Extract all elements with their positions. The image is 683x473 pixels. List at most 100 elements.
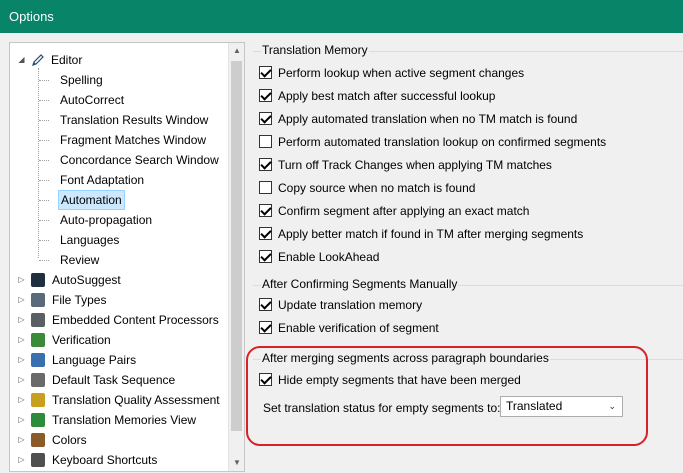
checkbox[interactable] [259,66,272,79]
tree-item-label: Auto-propagation [60,213,153,227]
expand-icon[interactable]: ▷ [17,455,26,464]
checkbox[interactable] [259,112,272,125]
tree-branch-line [39,260,49,261]
option-row[interactable]: Enable LookAhead [259,248,379,266]
checkbox[interactable] [259,298,272,311]
tree-item-automation[interactable]: Automation [10,190,236,210]
option-label: Apply automated translation when no TM m… [278,112,578,126]
tree-branch-line [39,140,49,141]
tree-item-label: Translation Results Window [60,113,209,127]
expand-icon[interactable]: ▷ [17,315,26,324]
language-pairs-icon [31,353,45,367]
option-label: Update translation memory [278,298,423,312]
tree-item-translation-results-window[interactable]: Translation Results Window [10,110,236,130]
tree-item-translation-quality-assessment[interactable]: ▷ Translation Quality Assessment [10,390,236,410]
expand-icon[interactable]: ▷ [17,275,26,284]
tree-item-label: Spelling [60,73,103,87]
window-title-bar: Options [0,0,683,33]
tree-item-autocorrect[interactable]: AutoCorrect [10,90,236,110]
option-label: Perform lookup when active segment chang… [278,66,525,80]
tree-item-autosuggest[interactable]: ▷ AutoSuggest [10,270,236,290]
tree-item-label: Default Task Sequence [52,373,176,387]
option-row[interactable]: Perform automated translation lookup on … [259,133,606,151]
expand-icon[interactable]: ▷ [17,295,26,304]
tree-branch-line [39,160,49,161]
tree-branch-line [39,80,49,81]
tree-scrollbar[interactable]: ▲ ▼ [228,43,244,471]
expand-icon[interactable]: ▷ [17,415,26,424]
checkbox[interactable] [259,158,272,171]
checkbox[interactable] [259,89,272,102]
tree-item-embedded-content-processors[interactable]: ▷ Embedded Content Processors [10,310,236,330]
checkbox[interactable] [259,227,272,240]
tree-item-concordance-search-window[interactable]: Concordance Search Window [10,150,236,170]
option-row[interactable]: Turn off Track Changes when applying TM … [259,156,552,174]
checkbox[interactable] [259,135,272,148]
scroll-up-icon[interactable]: ▲ [229,43,244,59]
tree-branch-line [39,200,49,201]
option-label: Perform automated translation lookup on … [278,135,607,149]
expand-icon[interactable]: ▷ [17,375,26,384]
checkbox[interactable] [259,204,272,217]
after-confirming-group: After Confirming Segments Manually Updat… [253,277,683,342]
tree-item-label: Translation Quality Assessment [52,393,220,407]
tree-item-review[interactable]: Review [10,250,236,270]
tree-item-language-pairs[interactable]: ▷ Language Pairs [10,350,236,370]
tree-item-file-types[interactable]: ▷ File Types [10,290,236,310]
tree-branch-line [39,120,49,121]
checkbox[interactable] [259,321,272,334]
tree-item-label: AutoSuggest [52,273,121,287]
collapse-icon[interactable]: ◢ [17,55,26,64]
option-label: Confirm segment after applying an exact … [278,204,530,218]
palette-icon [31,433,45,447]
tree-item-colors[interactable]: ▷ Colors [10,430,236,450]
tree-item-font-adaptation[interactable]: Font Adaptation [10,170,236,190]
expand-icon[interactable]: ▷ [17,435,26,444]
red-highlight-annotation [246,346,648,446]
option-row[interactable]: Apply best match after successful lookup [259,87,495,105]
checkbox[interactable] [259,181,272,194]
tree-item-label: Translation Memories View [52,413,197,427]
scroll-down-icon[interactable]: ▼ [229,455,244,471]
tree-item-label: Font Adaptation [60,173,145,187]
checkbox[interactable] [259,250,272,263]
tree-item-keyboard-shortcuts[interactable]: ▷ Keyboard Shortcuts [10,450,236,470]
option-row[interactable]: Enable verification of segment [259,319,439,337]
tree-item-languages[interactable]: Languages [10,230,236,250]
option-row[interactable]: Perform lookup when active segment chang… [259,64,524,82]
tree-item-spelling[interactable]: Spelling [10,70,236,90]
option-label: Apply better match if found in TM after … [278,227,584,241]
keyboard-icon [31,453,45,467]
expand-icon[interactable]: ▷ [17,395,26,404]
expand-icon[interactable]: ▷ [17,355,26,364]
option-row[interactable]: Update translation memory [259,296,422,314]
tree-item-editor[interactable]: ◢ Editor [10,50,236,70]
tree-item-default-task-sequence[interactable]: ▷ Default Task Sequence [10,370,236,390]
option-row[interactable]: Apply better match if found in TM after … [259,225,583,243]
pencil-icon [30,52,46,68]
scroll-thumb[interactable] [231,61,242,431]
expand-icon[interactable]: ▷ [17,335,26,344]
tree-item-fragment-matches-window[interactable]: Fragment Matches Window [10,130,236,150]
option-row[interactable]: Apply automated translation when no TM m… [259,110,577,128]
tree-item-translation-memories-view[interactable]: ▷ Translation Memories View [10,410,236,430]
autosuggest-icon [31,273,45,287]
tree-item-auto-propagation[interactable]: Auto-propagation [10,210,236,230]
tree-item-label: Language Pairs [52,353,137,367]
tm-view-icon [31,413,45,427]
options-tree: ◢ Editor Spelling AutoCorrect Translation … [9,42,245,472]
tree-item-label: AutoCorrect [60,93,125,107]
option-label: Copy source when no match is found [278,181,476,195]
tree-item-label: File Types [52,293,107,307]
option-row[interactable]: Confirm segment after applying an exact … [259,202,529,220]
tree-item-label: Keyboard Shortcuts [52,453,158,467]
tree-item-label: Automation [58,190,125,210]
option-label: Enable LookAhead [278,250,380,264]
tree-branch-line [39,100,49,101]
tree-item-label: Review [60,253,100,267]
group-title-confirm: After Confirming Segments Manually [261,277,459,291]
tree-item-automatic-updates[interactable]: ▷Automatic Updates [10,470,236,471]
option-row[interactable]: Copy source when no match is found [259,179,475,197]
option-label: Enable verification of segment [278,321,439,335]
tree-item-verification[interactable]: ▷ Verification [10,330,236,350]
